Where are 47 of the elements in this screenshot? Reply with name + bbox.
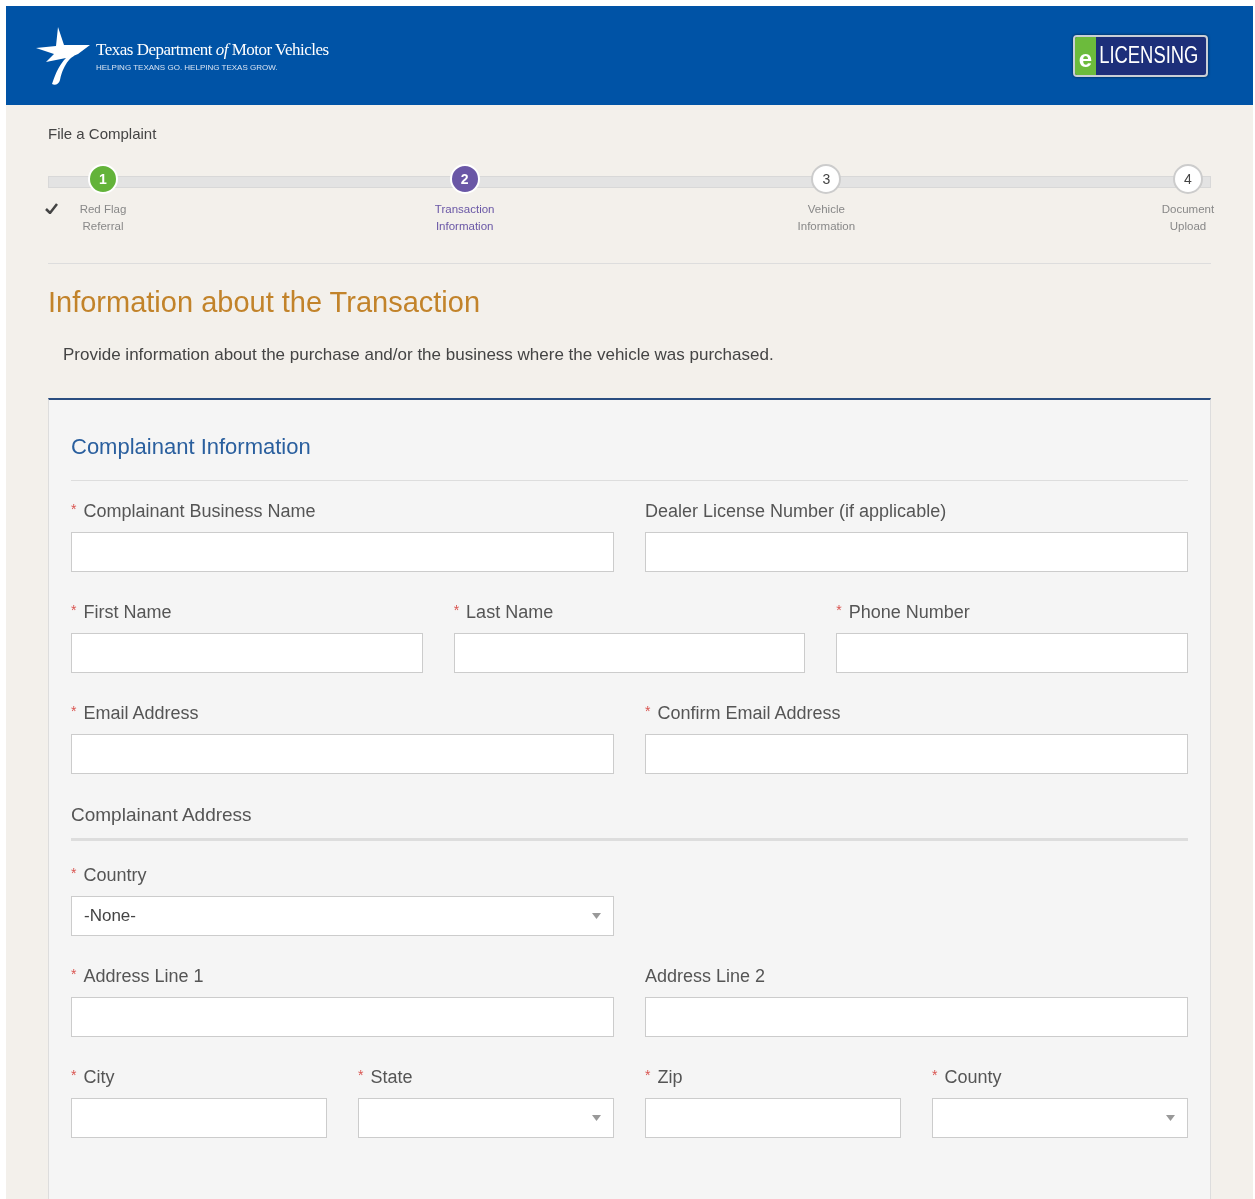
breadcrumb: File a Complaint [48, 125, 158, 142]
field-label: * State [358, 1067, 413, 1088]
input-field[interactable] [71, 1098, 327, 1138]
dropdown[interactable] [932, 1098, 1188, 1138]
field-label: Dealer License Number (if applicable) [645, 501, 947, 522]
input-field[interactable] [71, 734, 614, 774]
caret-icon [592, 913, 601, 919]
dropdown[interactable] [358, 1098, 614, 1138]
step-label: Red Flag Referral [78, 202, 128, 234]
step-label: Transaction Information [433, 202, 496, 234]
field-label: * Address Line 1 [71, 966, 204, 987]
input-field[interactable] [71, 633, 423, 673]
field-label: Address Line 2 [645, 966, 766, 987]
step-circle: 4 [1172, 164, 1203, 194]
input-field[interactable] [71, 997, 614, 1037]
input-field[interactable] [71, 532, 614, 572]
step-circle: 1 [88, 164, 118, 194]
input-field[interactable] [645, 997, 1188, 1037]
field-label: * Country [71, 865, 147, 886]
step-circle: 2 [449, 164, 480, 194]
step-label: Document Upload [1160, 202, 1216, 234]
field-label: * City [71, 1067, 115, 1088]
field-label: * Complainant Business Name [71, 501, 316, 522]
field-label: * Email Address [71, 703, 199, 724]
field-label: * Zip [645, 1067, 683, 1088]
card-title: Complainant Information [71, 434, 1188, 481]
step-label: Vehicle Information [796, 202, 857, 234]
input-field[interactable] [453, 633, 806, 673]
input-field[interactable] [645, 532, 1188, 572]
caret-icon [1166, 1115, 1175, 1121]
licensing-logo: e LICENSING [1072, 34, 1208, 77]
input-field[interactable] [645, 1098, 901, 1138]
field-label: * Confirm Email Address [645, 703, 841, 724]
input-field[interactable] [836, 633, 1188, 673]
field-label: * Phone Number [836, 602, 970, 623]
field-label: * County [932, 1067, 1002, 1088]
step-circle: 3 [811, 164, 842, 194]
dropdown[interactable]: -None- [71, 896, 614, 936]
checkmark-icon [45, 203, 58, 214]
tagline: HELPING TEXANS GO. HELPING TEXAS GROW. [96, 62, 279, 72]
input-field[interactable] [645, 734, 1188, 774]
intro-text: Provide information about the purchase and/or the business where the vehicle was purchased. [63, 345, 775, 365]
field-label: * First Name [71, 602, 172, 623]
field-label: * Last Name [453, 602, 554, 623]
caret-icon [592, 1115, 601, 1121]
page-title: Information about the Transaction [48, 286, 482, 319]
section-heading: Complainant Address [71, 804, 1188, 841]
